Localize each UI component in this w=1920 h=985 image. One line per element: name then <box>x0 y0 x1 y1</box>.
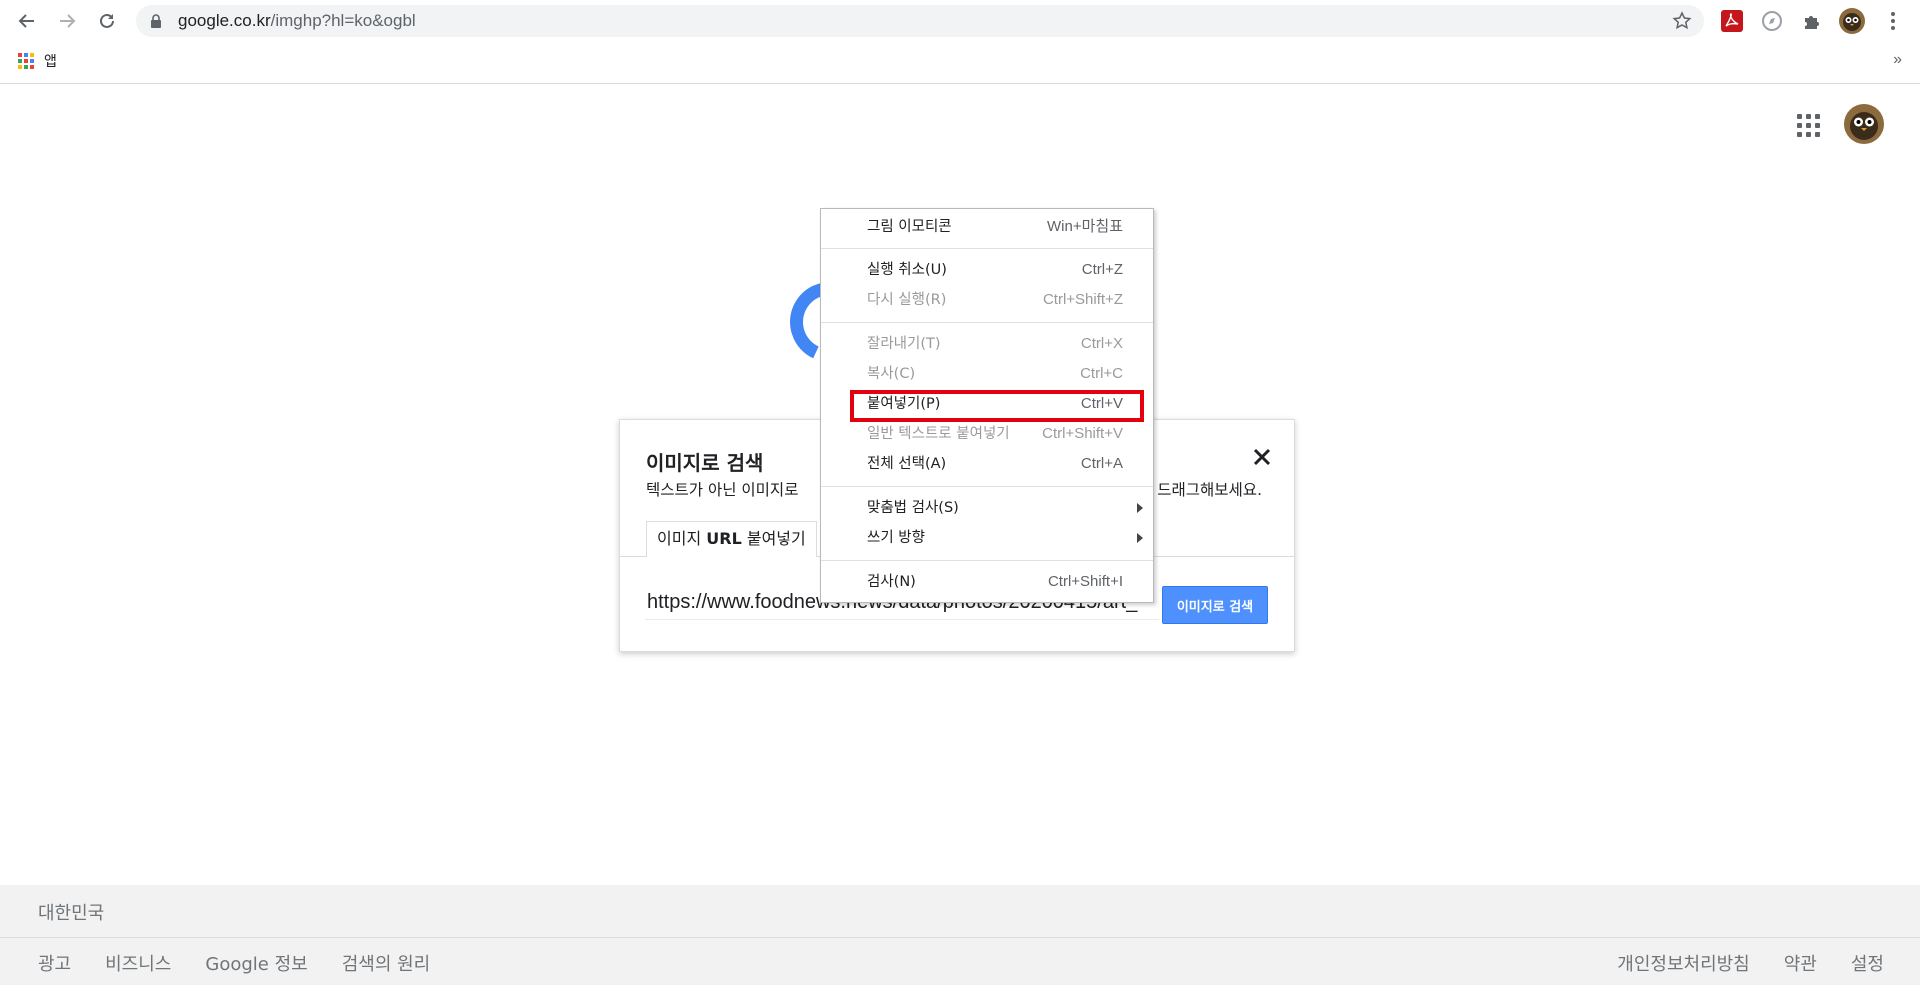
google-apps-button[interactable] <box>1795 112 1820 137</box>
menu-item-shortcut: Ctrl+Shift+Z <box>1042 291 1123 308</box>
menu-item-label: 전체 선택(A) <box>867 456 947 472</box>
menu-item-label: 그림 이모티콘 <box>867 219 952 235</box>
apps-grid-icon <box>18 53 34 69</box>
menu-item-shortcut: Ctrl+C <box>1080 365 1123 382</box>
menu-item-spellcheck[interactable]: 맞춤법 검사(S) <box>821 494 1153 522</box>
tab-label-suffix: 붙여넣기 <box>741 529 806 548</box>
menu-item-emoji[interactable]: 그림 이모티콘 Win+마침표 <box>821 213 1153 241</box>
menu-item-undo[interactable]: 실행 취소(U) Ctrl+Z <box>821 256 1153 284</box>
paste-highlight-annotation <box>850 390 1144 422</box>
menu-item-shortcut: Win+마침표 <box>1047 218 1123 235</box>
profile-avatar-icon[interactable] <box>1839 8 1865 34</box>
url-path: /imghp?hl=ko&ogbl <box>270 11 416 30</box>
menu-separator <box>821 322 1153 323</box>
menu-separator <box>821 248 1153 249</box>
forward-arrow-icon <box>60 14 76 28</box>
footer-left-links: 광고 비즈니스 Google 정보 검색의 원리 <box>38 950 430 976</box>
compass-extension-icon[interactable] <box>1759 8 1785 34</box>
menu-item-label: 맞춤법 검사(S) <box>867 500 959 516</box>
dialog-title: 이미지로 검색 <box>646 451 764 475</box>
reload-button[interactable] <box>92 6 122 36</box>
chrome-menu-button[interactable] <box>1880 8 1906 34</box>
menu-item-inspect[interactable]: 검사(N) Ctrl+Shift+I <box>821 568 1153 596</box>
forward-button[interactable] <box>52 6 82 36</box>
pdf-extension-icon[interactable] <box>1719 8 1745 34</box>
menu-item-label: 일반 텍스트로 붙여넣기 <box>867 426 1010 442</box>
menu-item-label: 쓰기 방향 <box>867 530 925 546</box>
menu-item-cut[interactable]: 잘라내기(T) Ctrl+X <box>821 330 1153 358</box>
menu-item-shortcut: Ctrl+X <box>1080 335 1123 352</box>
menu-separator <box>821 486 1153 487</box>
tab-paste-image-url[interactable]: 이미지 URL 붙여넣기 <box>646 521 817 557</box>
dialog-close-button[interactable] <box>1250 445 1274 469</box>
menu-item-shortcut: Ctrl+Z <box>1081 261 1123 278</box>
dialog-description: 텍스트가 아닌 이미지로 <box>646 481 799 499</box>
bookmarks-overflow-button[interactable]: » <box>1893 51 1902 69</box>
menu-item-shortcut: Ctrl+A <box>1080 455 1123 472</box>
menu-item-label: 실행 취소(U) <box>867 262 947 278</box>
menu-item-label: 다시 실행(R) <box>867 292 947 308</box>
footer-link-about[interactable]: Google 정보 <box>205 950 307 976</box>
menu-item-writing-direction[interactable]: 쓰기 방향 <box>821 524 1153 552</box>
footer-link-ads[interactable]: 광고 <box>38 950 71 976</box>
dialog-description-end: 드래그해보세요. <box>1157 481 1262 499</box>
footer-link-privacy[interactable]: 개인정보처리방침 <box>1617 950 1749 976</box>
menu-item-label: 잘라내기(T) <box>867 336 941 352</box>
footer-link-terms[interactable]: 약관 <box>1784 950 1817 976</box>
menu-item-label: 복사(C) <box>867 366 916 382</box>
bookmark-star-icon[interactable] <box>1672 11 1692 31</box>
back-arrow-icon <box>18 14 34 28</box>
reload-icon <box>100 13 114 28</box>
tab-label-prefix: 이미지 <box>657 529 707 548</box>
menu-item-shortcut: Ctrl+Shift+I <box>1047 573 1123 590</box>
account-avatar[interactable] <box>1844 104 1884 144</box>
menu-item-label: 검사(N) <box>867 574 916 590</box>
footer-country: 대한민국 <box>38 903 105 924</box>
bookmark-apps-label: 앱 <box>44 53 57 69</box>
url-host: google.co.kr <box>178 11 271 30</box>
address-bar[interactable]: google.co.kr/imghp?hl=ko&ogbl <box>136 5 1704 37</box>
menu-item-shortcut: Ctrl+Shift+V <box>1042 425 1123 442</box>
bookmarks-bar: 앱 » <box>0 42 1920 84</box>
footer-link-settings[interactable]: 설정 <box>1851 950 1884 976</box>
bookmark-apps[interactable]: 앱 <box>18 51 57 71</box>
footer-link-business[interactable]: 비즈니스 <box>105 950 171 976</box>
page-footer: 대한민국 광고 비즈니스 Google 정보 검색의 원리 개인정보처리방침 약… <box>0 885 1920 985</box>
menu-item-select-all[interactable]: 전체 선택(A) Ctrl+A <box>821 450 1153 478</box>
account-avatar-icon <box>1844 104 1884 144</box>
search-by-image-button[interactable]: 이미지로 검색 <box>1162 586 1268 624</box>
browser-toolbar: google.co.kr/imghp?hl=ko&ogbl <box>0 0 1920 42</box>
footer-link-how-search-works[interactable]: 검색의 원리 <box>342 950 431 976</box>
footer-right-links: 개인정보처리방침 약관 설정 <box>1617 950 1884 976</box>
submenu-arrow-icon <box>1137 533 1143 543</box>
extensions-puzzle-icon[interactable] <box>1799 8 1825 34</box>
menu-item-redo[interactable]: 다시 실행(R) Ctrl+Shift+Z <box>821 286 1153 314</box>
footer-divider <box>0 937 1920 938</box>
lock-icon <box>151 14 161 28</box>
url-text: google.co.kr/imghp?hl=ko&ogbl <box>178 5 416 37</box>
menu-item-copy[interactable]: 복사(C) Ctrl+C <box>821 360 1153 388</box>
back-button[interactable] <box>12 6 42 36</box>
close-icon <box>1253 448 1271 466</box>
more-vertical-icon <box>1891 12 1895 30</box>
tab-label-bold: URL <box>706 529 742 548</box>
menu-separator <box>821 560 1153 561</box>
menu-item-paste-plain-text[interactable]: 일반 텍스트로 붙여넣기 Ctrl+Shift+V <box>821 420 1153 448</box>
submenu-arrow-icon <box>1137 503 1143 513</box>
